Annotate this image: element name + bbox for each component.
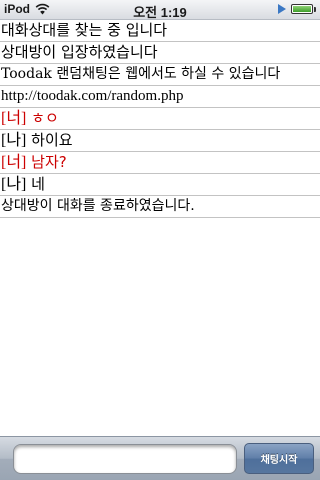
chat-log[interactable]: 대화상대를 찾는 중 입니다 상대방이 입장하였습니다 Toodak 랜덤채팅은… (0, 20, 320, 218)
speaker-label: [나] (1, 176, 27, 193)
chat-line-text: 대화상대를 찾는 중 입니다 (1, 21, 168, 39)
bottom-toolbar: 채팅시작 (0, 436, 320, 480)
chat-line-url: http://toodak.com/random.php (1, 88, 184, 104)
status-right (278, 4, 316, 14)
status-bar: iPod 오전 1:19 (0, 0, 320, 20)
message-text: ㅎㅇ (31, 109, 59, 127)
chat-message: [나] 하이요 (0, 130, 320, 152)
battery-cap (314, 6, 316, 12)
battery-icon (291, 4, 313, 14)
chat-line-text: Toodak 랜덤채팅은 웹에서도 하실 수 있습니다 (1, 66, 281, 82)
chat-message: [나] 네 (0, 174, 320, 196)
message-input[interactable] (13, 444, 237, 474)
chat-line-text: 상대방이 입장하였습니다 (1, 43, 158, 61)
speaker-label: [너] (1, 110, 27, 127)
start-chat-button[interactable]: 채팅시작 (244, 443, 314, 474)
chat-line: 상대방이 대화를 종료하였습니다. (0, 196, 320, 218)
chat-line: 대화상대를 찾는 중 입니다 (0, 20, 320, 42)
chat-message: [너] ㅎㅇ (0, 108, 320, 130)
message-text: 남자? (31, 153, 67, 171)
message-text: 네 (31, 175, 45, 193)
chat-line: 상대방이 입장하였습니다 (0, 42, 320, 64)
chat-message: [너] 남자? (0, 152, 320, 174)
speaker-label: [너] (1, 154, 27, 171)
app-screen: iPod 오전 1:19 대화상대를 찾는 중 입니다 상대방이 입장하였습니다… (0, 0, 320, 480)
chat-line: http://toodak.com/random.php (0, 86, 320, 108)
chat-line: Toodak 랜덤채팅은 웹에서도 하실 수 있습니다 (0, 64, 320, 86)
battery-fill (293, 6, 311, 12)
speaker-label: [나] (1, 132, 27, 149)
chat-line-text: 상대방이 대화를 종료하였습니다. (1, 198, 195, 214)
status-clock: 오전 1:19 (133, 5, 187, 20)
message-text: 하이요 (31, 131, 73, 149)
play-icon (278, 4, 286, 14)
